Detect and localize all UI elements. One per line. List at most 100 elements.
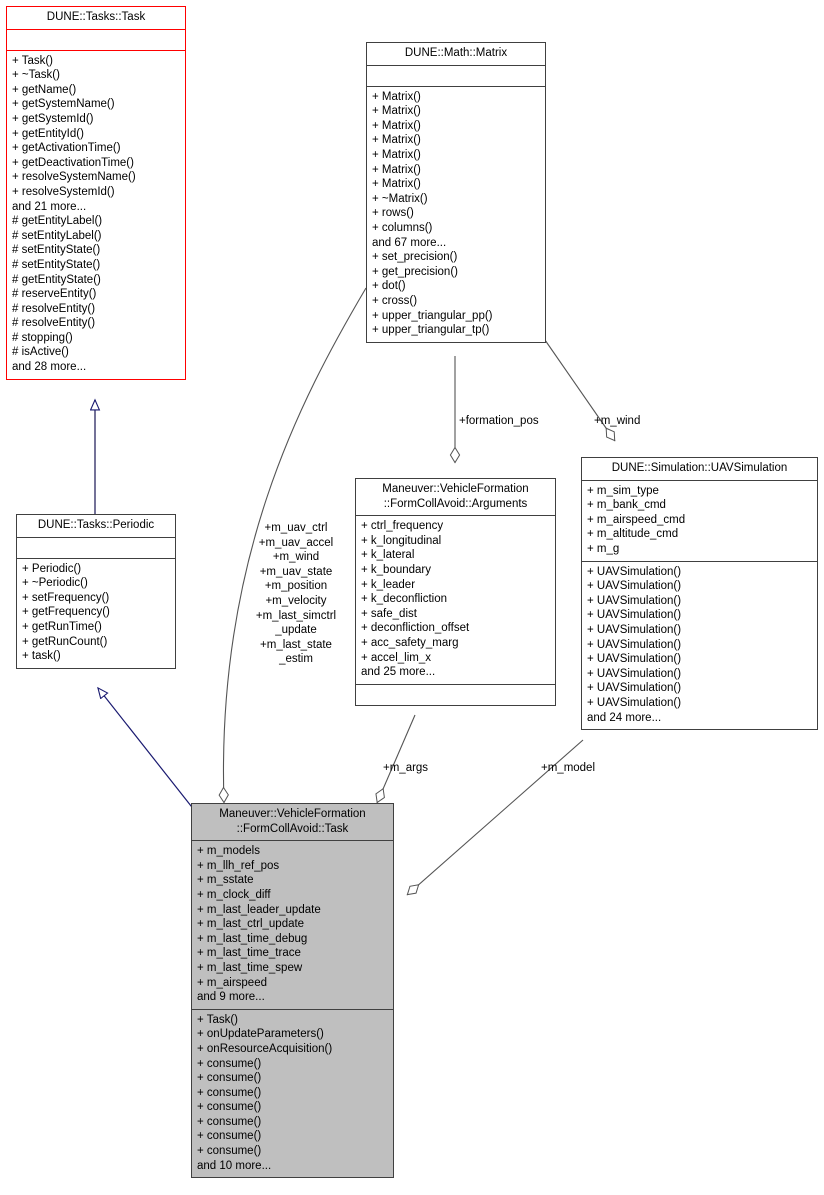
class-title: Maneuver::VehicleFormation ::FormCollAvo… [382,483,529,510]
class-member: + m_g [587,542,620,555]
class-operation-list: + UAVSimulation() + UAVSimulation() + UAVS… [587,565,813,726]
class-member: + m_clock_diff [197,888,271,901]
class-member: and 67 more... [372,236,447,249]
class-member: and 21 more... [12,200,87,213]
class-title: DUNE::Tasks::Task [46,11,146,23]
class-member: + get_precision() [372,265,458,278]
class-member: + getSystemId() [12,112,94,125]
class-member: + UAVSimulation() [587,623,682,636]
class-member: + UAVSimulation() [587,580,682,593]
class-attributes-compartment: + m_sim_type + m_bank_cmd + m_airspeed_cmd… [582,479,817,561]
class-member: + m_last_time_debug [197,932,308,945]
class-member: + Matrix() [372,134,421,147]
class-member: # resolveEntity() [12,317,96,330]
class-operation-list: + Periodic() + ~Periodic() + setFrequency(… [22,562,171,664]
class-member: + consume() [197,1130,262,1143]
class-member: + m_sstate [197,874,254,887]
class-member: + k_deconfliction [361,593,447,606]
edge-label-m-model: +m_model [541,762,596,774]
class-operations-compartment: + Task() + onUpdateParameters() + onResour… [192,1008,393,1178]
class-operations-compartment: + Periodic() + ~Periodic() + setFrequency(… [17,557,175,668]
class-member: + consume() [197,1057,262,1070]
class-title: DUNE::Tasks::Periodic [37,519,155,531]
class-member: + setFrequency() [22,591,110,604]
class-member: + resolveSystemName() [12,171,136,184]
class-attributes-compartment [367,64,545,86]
class-member: + m_bank_cmd [587,499,666,512]
class-member: + upper_triangular_tp() [372,324,490,337]
class-member: + set_precision() [372,251,458,264]
class-member: + rows() [372,207,414,220]
class-node-dune-tasks-task[interactable]: DUNE::Tasks::Task + Task() + ~Task() + get… [6,6,186,380]
uml-collaboration-diagram: DUNE::Tasks::Task + Task() + ~Task() + get… [0,0,824,1195]
class-member: + UAVSimulation() [587,609,682,622]
class-member: and 25 more... [361,666,436,679]
edge-inherit-task-periodic [98,688,196,812]
class-attributes-compartment: + m_models + m_llh_ref_pos + m_sstate + m_c… [192,840,393,1009]
class-member: + k_leader [361,578,416,591]
class-member: + m_altitude_cmd [587,528,679,541]
class-member: + Matrix() [372,178,421,191]
class-member: and 24 more... [587,711,662,724]
class-member: # getEntityLabel() [12,215,103,228]
class-member: + resolveSystemId() [12,185,115,198]
class-member: + UAVSimulation() [587,653,682,666]
class-member: + Periodic() [22,562,82,575]
class-member: + UAVSimulation() [587,696,682,709]
class-member: + m_sim_type [587,484,659,497]
class-member: + onResourceAcquisition() [197,1042,333,1055]
class-member: + m_last_time_trace [197,947,301,960]
class-member: # reserveEntity() [12,288,97,301]
class-node-dune-tasks-periodic[interactable]: DUNE::Tasks::Periodic + Periodic()+ ~Per… [16,514,176,669]
class-operations-compartment: + Task() + ~Task() + getName() + getSystemN… [7,49,185,379]
class-member: + Matrix() [372,148,421,161]
class-member: + upper_triangular_pp() [372,309,493,322]
class-node-formcollavoid-task[interactable]: Maneuver::VehicleFormation ::FormCollAvo… [191,803,394,1179]
class-member: + m_last_leader_update [197,903,321,916]
class-attributes-compartment [7,28,185,50]
class-member: + m_last_ctrl_update [197,918,305,931]
class-member: + Matrix() [372,105,421,118]
class-member: + m_airspeed [197,976,267,989]
class-member: + UAVSimulation() [587,638,682,651]
class-attributes-compartment: + ctrl_frequency + k_longitudinal + k_late… [356,515,555,684]
class-node-formcollavoid-arguments[interactable]: Maneuver::VehicleFormation ::FormCollAvo… [355,478,556,706]
class-member: + cross() [372,294,418,307]
class-member: + Matrix() [372,119,421,132]
class-member: + m_last_time_spew [197,961,303,974]
class-member: + getRunCount() [22,635,108,648]
class-operation-list: + Matrix() + Matrix() + Matrix() + Matrix()… [372,90,541,338]
class-member: + k_boundary [361,563,432,576]
class-member: + m_llh_ref_pos [197,859,280,872]
class-attribute-list: + m_models + m_llh_ref_pos + m_sstate + m_c… [197,844,389,1005]
class-operation-list: + Task() + ~Task() + getName() + getSystemN… [12,54,181,375]
class-member: + ~Matrix() [372,192,428,205]
class-member: + accel_lim_x [361,651,431,664]
class-operations-compartment [356,683,555,705]
class-member: + ~Periodic() [22,577,88,590]
class-member: + getSystemName() [12,98,115,111]
class-node-dune-simulation-uavsimulation[interactable]: DUNE::Simulation::UAVSimulation + m_sim_… [581,457,818,731]
class-member: + Matrix() [372,163,421,176]
class-member: + safe_dist [361,607,417,620]
class-member: + k_longitudinal [361,534,442,547]
edge-label-formation-pos: +formation_pos [459,415,539,427]
class-node-dune-math-matrix[interactable]: DUNE::Math::Matrix + Matrix() + Matrix() +… [366,42,546,343]
class-member: + dot() [372,280,406,293]
class-member: + columns() [372,221,433,234]
class-member: + task() [22,650,61,663]
class-member: # stopping() [12,331,73,344]
class-member: # getEntityState() [12,273,101,286]
class-member: # isActive() [12,346,69,359]
edge-assoc-arguments-task [375,714,416,804]
class-operation-list: + Task() + onUpdateParameters() + onResour… [197,1013,389,1174]
class-member: + getName() [12,83,77,96]
class-member: + UAVSimulation() [587,565,682,578]
edge-label-m-args: +m_args [383,762,429,774]
class-member: + getActivationTime() [12,142,121,155]
class-member: and 28 more... [12,361,87,374]
class-member: + getFrequency() [22,606,110,619]
class-member: # setEntityLabel() [12,229,102,242]
class-member: + consume() [197,1072,262,1085]
class-member: + Matrix() [372,90,421,103]
